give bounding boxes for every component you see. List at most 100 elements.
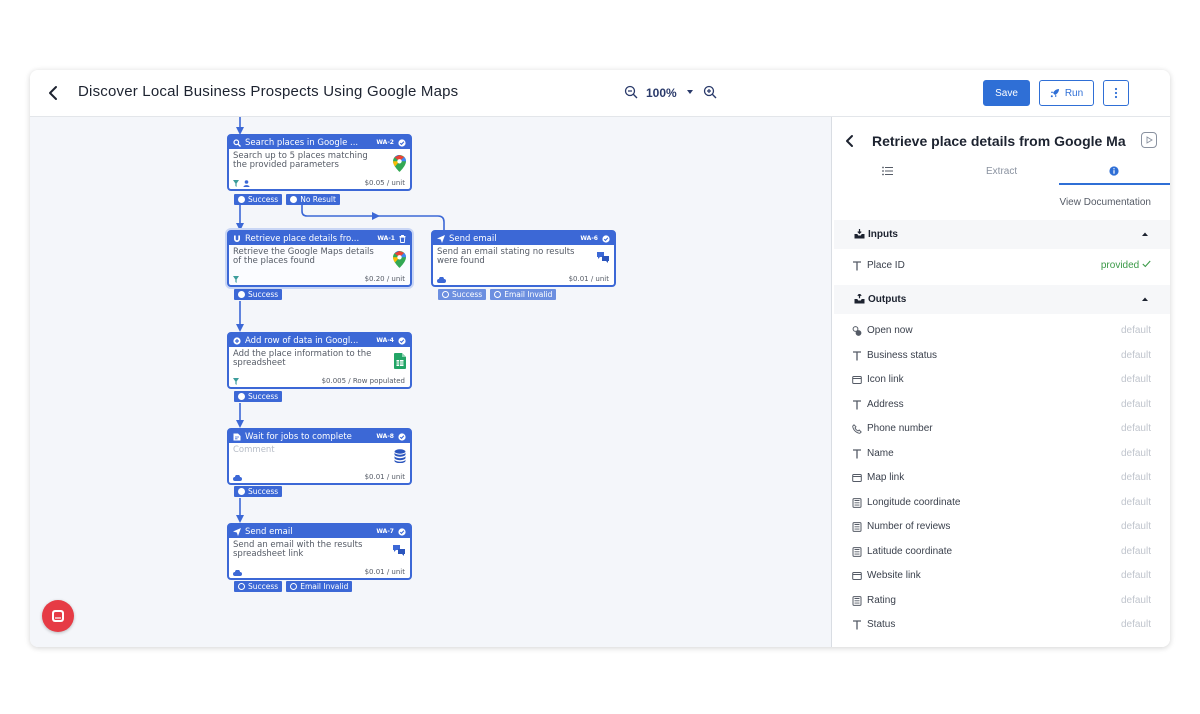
input-row-place-id[interactable]: Place ID provided [852, 259, 1151, 275]
output-row[interactable]: Longitude coordinate default [852, 496, 1151, 512]
tab-info[interactable] [1109, 166, 1119, 179]
link-box-icon [852, 376, 862, 384]
output-row[interactable]: Status default [852, 618, 1151, 634]
output-label: Rating [867, 594, 896, 606]
output-row[interactable]: Icon link default [852, 373, 1151, 389]
output-status: default [1120, 472, 1151, 483]
node-comment-placeholder[interactable]: Comment [233, 446, 383, 455]
output-label: Website link [867, 570, 921, 581]
output-tag-success[interactable]: Success [234, 581, 283, 592]
save-button[interactable]: Save [983, 80, 1030, 106]
tab-extract[interactable]: Extract [986, 166, 1017, 177]
text-icon [853, 350, 861, 360]
node-id: WA-2 [376, 139, 394, 146]
output-status: default [1120, 398, 1151, 410]
output-tag-no-result[interactable]: No Result [286, 194, 340, 205]
output-tag-label: Success [452, 290, 483, 299]
workflow-canvas[interactable]: Search places in Google ... WA-2 Search … [30, 117, 831, 647]
output-tag-email-invalid[interactable]: Email Invalid [490, 289, 557, 300]
run-button[interactable]: Run [1039, 80, 1094, 106]
node-id: WA-4 [376, 337, 394, 344]
node-details-panel: Retrieve place details from Google Ma Ex… [831, 117, 1170, 647]
tray-out-icon [854, 294, 865, 304]
output-tag-success[interactable]: Success [234, 289, 283, 300]
node-footer-icons [233, 378, 239, 385]
output-tag-success[interactable]: Success [438, 289, 487, 300]
link-box-icon [852, 474, 862, 482]
chat-launcher-button[interactable] [42, 600, 74, 632]
outputs-section-header[interactable]: Outputs [834, 285, 1170, 314]
output-tag-success[interactable]: Success [234, 194, 283, 205]
filter-icon [233, 180, 239, 187]
output-tag-success[interactable]: Success [234, 391, 283, 402]
output-tag-label: Email Invalid [504, 290, 553, 299]
app-window: Discover Local Business Prospects Using … [30, 70, 1170, 647]
more-options-button[interactable] [1103, 80, 1129, 106]
output-tag-label: Success [248, 195, 279, 204]
output-tag-email-invalid[interactable]: Email Invalid [286, 581, 353, 592]
output-dot-icon [442, 291, 449, 298]
trash-icon[interactable] [399, 234, 406, 243]
output-row[interactable]: Open now default [852, 324, 1151, 340]
top-bar: Discover Local Business Prospects Using … [30, 70, 1170, 117]
workflow-node-send-email-results[interactable]: Send email WA-7 Send an email with the r… [227, 523, 412, 580]
node-price: $0.20 / unit [364, 275, 405, 283]
inputs-section-header[interactable]: Inputs [834, 220, 1170, 249]
output-tag-label: Email Invalid [300, 582, 349, 591]
workflow-node-wait-for-jobs[interactable]: Wait for jobs to complete WA-8 Comment $… [227, 428, 412, 485]
check-circle-icon [398, 138, 406, 147]
cloud-icon [233, 475, 242, 481]
output-row[interactable]: Latitude coordinate default [852, 545, 1151, 561]
zoom-value[interactable]: 100% [646, 86, 677, 100]
workflow-node-add-row[interactable]: Add row of data in Googl... WA-4 Add the… [227, 332, 412, 389]
output-label: Latitude coordinate [867, 545, 953, 557]
tab-list[interactable] [882, 166, 893, 179]
output-row[interactable]: Phone number default [852, 422, 1151, 438]
outputs-section-label: Outputs [868, 294, 907, 305]
caret-up-icon [1142, 232, 1148, 236]
node-id: WA-7 [376, 528, 394, 535]
list-icon [882, 166, 893, 176]
output-row[interactable]: Rating default [852, 594, 1151, 610]
output-dot-icon [290, 196, 298, 203]
text-icon [853, 620, 861, 630]
workflow-node-search-places[interactable]: Search places in Google ... WA-2 Search … [227, 134, 412, 191]
input-status-text: provided [1100, 260, 1140, 271]
text-icon [853, 399, 861, 409]
node-header: Search places in Google ... WA-2 [229, 136, 410, 149]
text-icon [853, 448, 861, 458]
output-row[interactable]: Map link default [852, 471, 1151, 487]
view-documentation-link[interactable]: View Documentation [1059, 197, 1151, 208]
check-circle-icon [398, 527, 406, 536]
chat-icon [52, 610, 64, 622]
zoom-out-button[interactable] [624, 85, 638, 102]
page-title: Discover Local Business Prospects Using … [78, 83, 459, 100]
output-row[interactable]: Business status default [852, 349, 1151, 365]
google-sheets-icon [394, 353, 406, 369]
zoom-dropdown-button[interactable] [685, 86, 695, 100]
output-row[interactable]: Website link default [852, 569, 1151, 585]
workflow-node-send-email-no-results[interactable]: Send email WA-6 Send an email stating no… [431, 230, 616, 287]
text-icon [853, 261, 861, 271]
zoom-in-button[interactable] [703, 85, 717, 102]
output-dot-icon [238, 488, 245, 495]
workflow-node-retrieve-place-details[interactable]: Retrieve place details fro... WA-1 Retri… [227, 230, 412, 287]
node-description: Search up to 5 places matching the provi… [233, 151, 368, 170]
back-button[interactable] [44, 83, 64, 103]
zoom-out-icon [624, 85, 638, 98]
node-output-tags: Success Email Invalid [438, 289, 557, 300]
node-footer-icons [233, 570, 242, 576]
output-row[interactable]: Number of reviews default [852, 520, 1151, 536]
output-row[interactable]: Name default [852, 447, 1151, 463]
output-row[interactable]: Address default [852, 398, 1151, 414]
node-id: WA-8 [376, 433, 394, 440]
zoom-in-icon [703, 85, 717, 98]
number-icon [852, 595, 862, 606]
panel-back-button[interactable] [844, 134, 856, 153]
run-node-button[interactable] [1141, 132, 1157, 148]
output-dot-icon [494, 291, 502, 298]
google-maps-icon [393, 251, 406, 268]
output-tag-success[interactable]: Success [234, 486, 283, 497]
input-label: Place ID [867, 260, 905, 271]
google-maps-icon [393, 155, 406, 172]
